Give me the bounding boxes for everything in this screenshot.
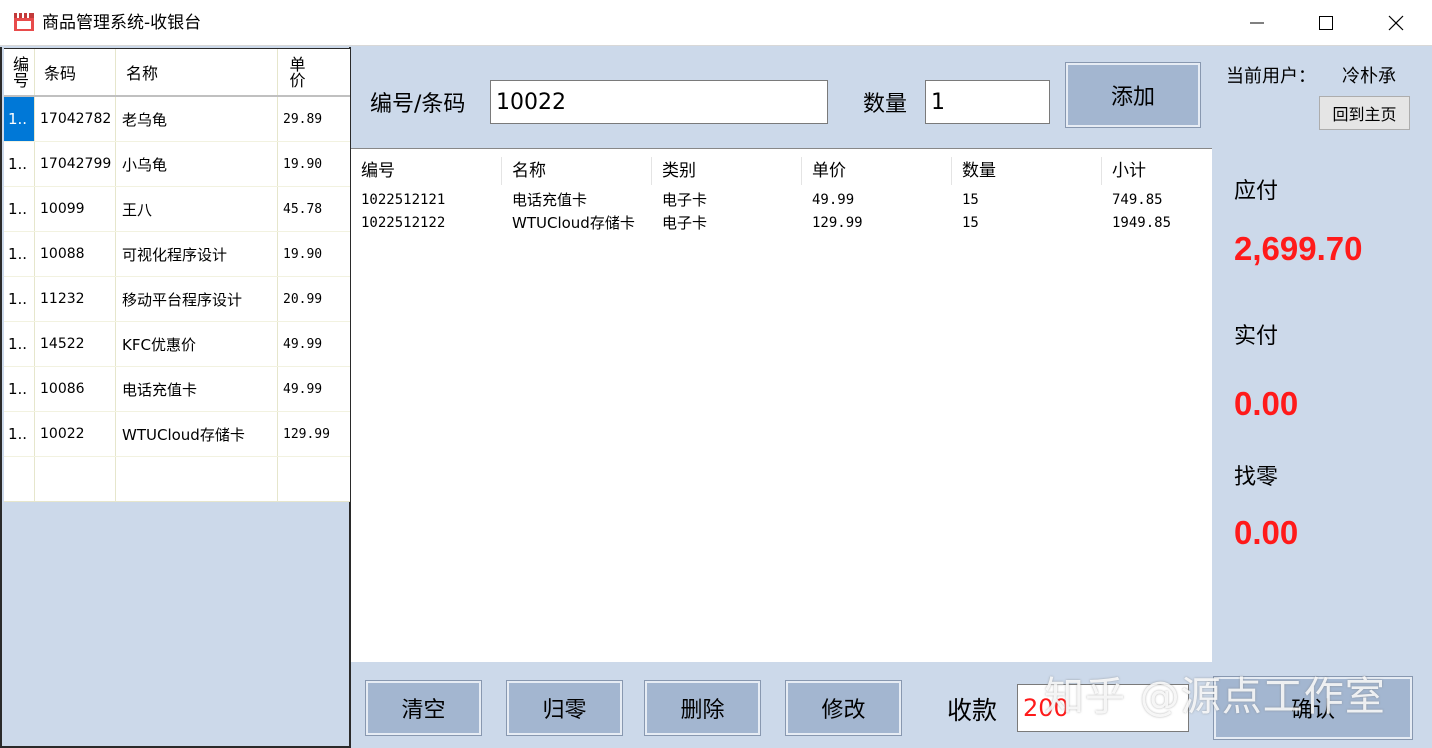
cart-cell-subtotal: 749.85 <box>1112 192 1163 208</box>
table-row[interactable]: 1.. 10099 王八 45.78 <box>4 187 350 232</box>
code-label: 编号/条码 <box>370 92 466 117</box>
cell-id[interactable]: 1.. <box>4 142 35 186</box>
cart-cell-qty: 15 <box>962 192 979 208</box>
close-button[interactable] <box>1361 0 1431 46</box>
cell-price[interactable]: 29.89 <box>278 97 350 141</box>
qty-label: 数量 <box>863 92 908 117</box>
cart-cell-id: 1022512121 <box>361 192 446 208</box>
cart-cell-subtotal: 1949.85 <box>1112 215 1172 231</box>
qty-input[interactable]: 1 <box>925 80 1050 124</box>
product-panel: 编号 条码 名称 单价 1.. 17042782 老乌龟 29.89 1.. 170427… <box>0 47 351 748</box>
due-value: 2,699.70 <box>1234 230 1363 267</box>
cart-header: 编号 名称 类别 单价 数量 小计 <box>351 149 1212 189</box>
code-input[interactable]: 10022 <box>490 80 828 124</box>
table-row[interactable]: 1.. 11232 移动平台程序设计 20.99 <box>4 277 350 322</box>
clear-button[interactable]: 清空 <box>365 680 482 736</box>
cart-row[interactable]: 1022512121 电话充值卡 电子卡 49.99 15 749.85 <box>351 189 1212 212</box>
cart-cell-price: 129.99 <box>812 215 863 231</box>
cell-name[interactable]: 老乌龟 <box>116 97 278 141</box>
cell-barcode[interactable]: 17042782 <box>35 97 116 141</box>
home-button[interactable]: 回到主页 <box>1319 96 1410 130</box>
cell-barcode[interactable]: 14522 <box>35 322 116 366</box>
edit-button[interactable]: 修改 <box>785 680 902 736</box>
title-bar: 商品管理系统-收银台 <box>0 0 1432 46</box>
cell-name[interactable]: 可视化程序设计 <box>116 232 278 276</box>
product-table-header: 编号 条码 名称 单价 <box>4 49 350 97</box>
receive-label: 收款 <box>947 696 998 725</box>
cell-name[interactable]: 王八 <box>116 187 278 231</box>
window-title: 商品管理系统-收银台 <box>42 13 202 33</box>
cart-header-price[interactable]: 单价 <box>802 157 952 185</box>
table-row[interactable]: 1.. 10022 WTUCloud存储卡 129.99 <box>4 412 350 457</box>
header-price[interactable]: 单价 <box>278 49 314 95</box>
table-row[interactable]: 1.. 10088 可视化程序设计 19.90 <box>4 232 350 277</box>
cell-barcode[interactable]: 10088 <box>35 232 116 276</box>
current-user-name: 冷朴承 <box>1342 66 1396 87</box>
table-row[interactable]: 1.. 17042799 小乌龟 19.90 <box>4 142 350 187</box>
cell-price[interactable]: 45.78 <box>278 187 350 231</box>
paid-label: 实付 <box>1234 324 1279 349</box>
cell-id[interactable]: 1.. <box>4 232 35 276</box>
cell-name[interactable]: 移动平台程序设计 <box>116 277 278 321</box>
due-label: 应付 <box>1234 179 1279 204</box>
cart-cell-name: 电话充值卡 <box>512 191 588 209</box>
cell-barcode[interactable]: 10022 <box>35 412 116 456</box>
cart-header-id[interactable]: 编号 <box>351 157 502 185</box>
change-label: 找零 <box>1234 465 1279 490</box>
cart-header-qty[interactable]: 数量 <box>952 157 1102 185</box>
cell-id[interactable]: 1.. <box>4 97 35 141</box>
cell-id[interactable]: 1.. <box>4 187 35 231</box>
minimize-button[interactable] <box>1222 0 1292 46</box>
cell-barcode[interactable]: 17042799 <box>35 142 116 186</box>
cell-price[interactable]: 49.99 <box>278 322 350 366</box>
table-empty-row <box>4 457 350 502</box>
add-button[interactable]: 添加 <box>1065 62 1201 128</box>
cell-id[interactable]: 1.. <box>4 322 35 366</box>
cell-price[interactable]: 20.99 <box>278 277 350 321</box>
cell-price[interactable]: 19.90 <box>278 232 350 276</box>
cell-price[interactable]: 129.99 <box>278 412 350 456</box>
cell-name[interactable]: WTUCloud存储卡 <box>116 412 278 456</box>
cell-price[interactable]: 49.99 <box>278 367 350 411</box>
cart-header-category[interactable]: 类别 <box>652 157 802 185</box>
cell-id[interactable]: 1.. <box>4 367 35 411</box>
cell-id[interactable]: 1.. <box>4 412 35 456</box>
cart-header-name[interactable]: 名称 <box>502 157 652 185</box>
delete-button[interactable]: 删除 <box>644 680 761 736</box>
product-table: 编号 条码 名称 单价 1.. 17042782 老乌龟 29.89 1.. 170427… <box>4 48 350 502</box>
cart-cell-id: 1022512122 <box>361 215 446 231</box>
cart-cell-price: 49.99 <box>812 192 855 208</box>
cell-name[interactable]: 电话充值卡 <box>116 367 278 411</box>
cart-list[interactable]: 编号 名称 类别 单价 数量 小计 1022512121 电话充值卡 电子卡 49.9… <box>351 148 1212 662</box>
header-barcode[interactable]: 条码 <box>35 49 116 95</box>
maximize-icon <box>1319 16 1333 30</box>
cell-barcode[interactable]: 11232 <box>35 277 116 321</box>
paid-value: 0.00 <box>1234 385 1299 422</box>
app-icon <box>14 12 34 31</box>
header-id[interactable]: 编号 <box>4 49 35 95</box>
table-row[interactable]: 1.. 14522 KFC优惠价 49.99 <box>4 322 350 367</box>
zero-button[interactable]: 归零 <box>506 680 623 736</box>
maximize-button[interactable] <box>1291 0 1361 46</box>
cell-id[interactable]: 1.. <box>4 277 35 321</box>
minimize-icon <box>1250 22 1264 24</box>
close-icon <box>1388 15 1404 31</box>
cell-barcode[interactable]: 10086 <box>35 367 116 411</box>
cart-row[interactable]: 1022512122 WTUCloud存储卡 电子卡 129.99 15 1949.85 <box>351 212 1212 235</box>
table-row[interactable]: 1.. 10086 电话充值卡 49.99 <box>4 367 350 412</box>
cart-cell-category: 电子卡 <box>662 214 708 232</box>
current-user-label: 当前用户： <box>1226 66 1316 87</box>
change-value: 0.00 <box>1234 514 1299 551</box>
cart-cell-name: WTUCloud存储卡 <box>512 214 635 232</box>
cart-header-subtotal[interactable]: 小计 <box>1102 157 1212 185</box>
cell-name[interactable]: KFC优惠价 <box>116 322 278 366</box>
header-name[interactable]: 名称 <box>116 49 278 95</box>
watermark: 知乎 @源点工作室 <box>1044 674 1386 720</box>
table-row[interactable]: 1.. 17042782 老乌龟 29.89 <box>4 97 350 142</box>
cell-barcode[interactable]: 10099 <box>35 187 116 231</box>
cell-price[interactable]: 19.90 <box>278 142 350 186</box>
cart-cell-qty: 15 <box>962 215 979 231</box>
cell-name[interactable]: 小乌龟 <box>116 142 278 186</box>
cart-cell-category: 电子卡 <box>662 191 708 209</box>
